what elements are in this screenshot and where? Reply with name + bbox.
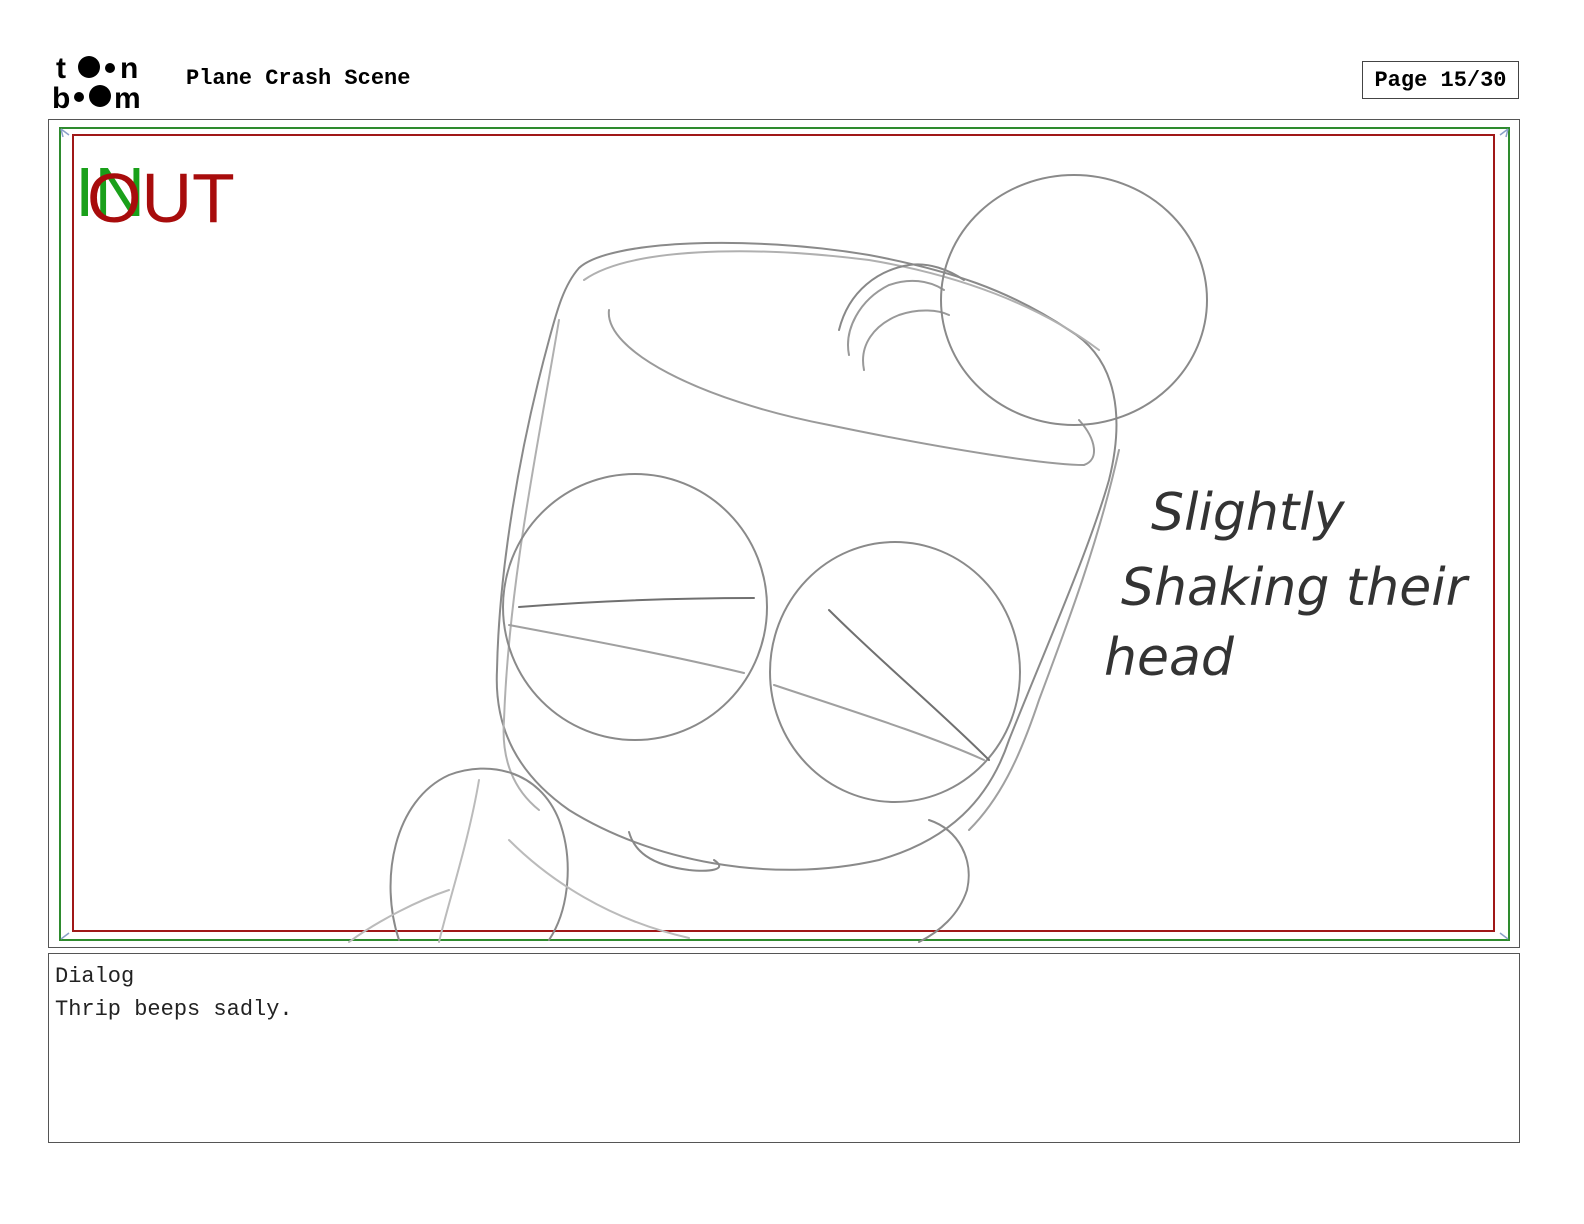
dialog-text: Thrip beeps sadly. xyxy=(55,997,293,1022)
note-line-1: Slightly xyxy=(1151,483,1346,543)
handwritten-note: Slightly Shaking their head xyxy=(1104,483,1471,688)
svg-text:t: t xyxy=(56,52,66,85)
dialog-box: Dialog Thrip beeps sadly. xyxy=(48,953,1520,1143)
panel-drawing: IN OUT Slightly Shaking their head xyxy=(59,127,1510,943)
svg-text:n: n xyxy=(120,52,138,85)
page-number: Page 15/30 xyxy=(1362,61,1519,99)
note-line-3: head xyxy=(1104,628,1235,688)
out-marker: OUT xyxy=(87,159,235,237)
toon-boom-logo: t n b m xyxy=(52,52,141,112)
scene-title: Plane Crash Scene xyxy=(186,66,411,91)
note-line-2: Shaking their xyxy=(1121,558,1471,618)
svg-text:m: m xyxy=(114,82,141,112)
dialog-label: Dialog xyxy=(55,964,135,989)
svg-text:b: b xyxy=(52,82,70,112)
storyboard-panel: IN OUT Slightly Shaking their head xyxy=(48,119,1520,948)
character-sketch xyxy=(348,174,1208,943)
